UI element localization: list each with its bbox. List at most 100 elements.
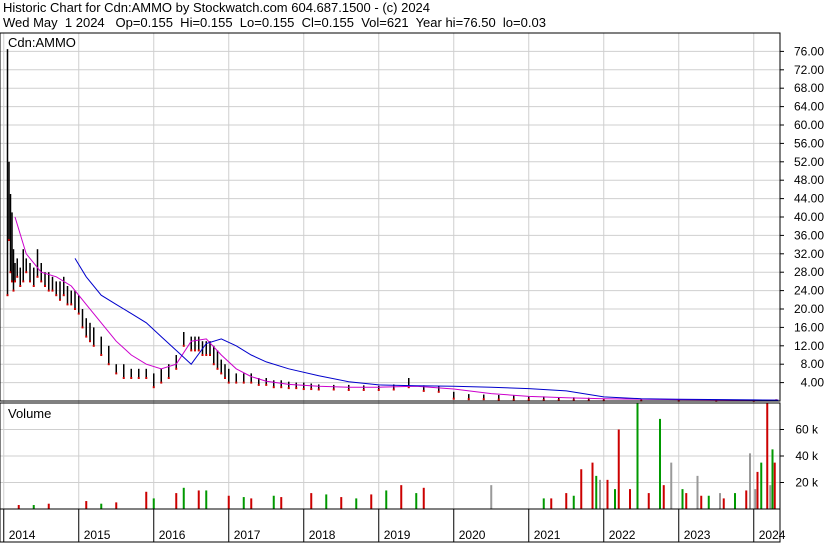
price-y-tick-label: 68.00 <box>794 81 824 95</box>
price-close-dot <box>216 367 219 370</box>
volume-y-tick-label: 40 k <box>795 449 819 463</box>
price-close-dot <box>265 383 268 386</box>
year-label: 2015 <box>84 528 111 542</box>
volume-bar <box>280 497 283 509</box>
price-close-dot <box>59 298 61 301</box>
price-close-dot <box>100 354 103 356</box>
price-close-dot <box>25 271 28 274</box>
price-close-dot <box>40 280 43 283</box>
volume-bar <box>370 494 373 509</box>
volume-bar <box>614 489 616 509</box>
price-close-dot <box>66 303 69 306</box>
price-close-dot <box>194 349 196 352</box>
volume-bar <box>745 490 748 509</box>
price-close-dot <box>12 289 15 292</box>
volume-bar <box>696 475 699 509</box>
stock-chart: Cdn:AMMO Volume 4.00 8.00 12.00 16.00 20.00 2… <box>0 32 825 543</box>
price-close-dot <box>220 372 223 375</box>
year-label: 2021 <box>534 528 561 542</box>
volume-bar <box>100 503 103 509</box>
price-close-dot <box>137 377 140 379</box>
volume-bar <box>355 498 358 509</box>
volume-bar <box>617 429 620 509</box>
price-y-tick-label: 60.00 <box>794 118 824 132</box>
price-close-dot <box>70 303 73 306</box>
price-close-dot <box>182 344 185 347</box>
price-close-dot <box>437 390 440 393</box>
price-close-dot <box>422 389 425 392</box>
volume-bar <box>773 462 776 509</box>
volume-bar <box>685 493 688 509</box>
price-close-dot <box>527 398 530 401</box>
volume-bar <box>415 493 418 509</box>
year-label: 2018 <box>309 528 336 542</box>
price-close-dot <box>392 388 395 391</box>
volume-bar <box>340 497 343 509</box>
year-label: 2024 <box>759 528 786 542</box>
price-close-dot <box>257 383 260 386</box>
chart-header-quote: Wed May 1 2024 Op=0.155 Hi=0.155 Lo=0.15… <box>3 15 546 30</box>
price-close-dot <box>160 381 163 384</box>
price-y-tick-label: 56.00 <box>794 136 824 150</box>
price-close-dot <box>224 377 226 379</box>
price-close-dot <box>362 388 365 391</box>
price-y-tick-label: 8.00 <box>801 357 825 371</box>
volume-bar <box>32 505 35 509</box>
date-axis: 2014 2015 2016 2017 2018 2019 2020 2021 2022 2023… <box>3 509 786 542</box>
volume-bar <box>606 479 609 509</box>
volume-bar <box>565 493 568 509</box>
price-close-dot <box>107 363 110 366</box>
volume-bar <box>771 449 774 509</box>
price-close-dot <box>467 398 470 401</box>
price-close-dot <box>6 294 9 297</box>
year-label: 2017 <box>234 528 261 542</box>
volume-bar <box>325 494 328 509</box>
volume-bar <box>145 491 148 509</box>
volume-bar <box>152 498 155 509</box>
price-close-dot <box>347 388 350 391</box>
price-y-tick-label: 40.00 <box>794 210 824 224</box>
price-close-dot <box>44 285 46 287</box>
price-y-tick-label: 12.00 <box>794 339 824 353</box>
volume-bar <box>490 485 493 509</box>
volume-bar <box>310 493 313 509</box>
volume-bar <box>662 485 665 509</box>
volume-bar <box>599 479 601 509</box>
price-close-dot <box>77 312 80 315</box>
price-close-dot <box>81 326 84 329</box>
price-close-dot <box>85 335 88 338</box>
volume-bar <box>760 462 763 509</box>
volume-bar <box>580 469 583 509</box>
year-label: 2019 <box>384 528 411 542</box>
price-close-dot <box>310 388 313 391</box>
chart-marks <box>6 49 779 509</box>
volume-bar <box>197 490 200 509</box>
grid-lines <box>0 33 780 509</box>
price-close-dot <box>36 275 39 278</box>
price-close-dot <box>242 381 245 384</box>
year-label: 2023 <box>684 528 711 542</box>
price-y-tick-label: 20.00 <box>794 302 824 316</box>
price-close-dot <box>47 289 50 292</box>
price-close-dot <box>295 387 298 390</box>
price-close-dot <box>19 285 22 287</box>
volume-bar <box>707 495 710 509</box>
volume-bar <box>385 490 388 509</box>
volume-bar <box>422 487 425 509</box>
price-close-dot <box>272 386 275 389</box>
moving-average-line <box>74 258 779 401</box>
price-close-dot <box>497 398 500 401</box>
price-close-dot <box>14 280 16 283</box>
price-close-dot <box>51 289 54 292</box>
price-close-dot <box>167 377 170 379</box>
price-close-dot <box>512 398 515 401</box>
volume-bar <box>17 505 20 509</box>
price-y-tick-label: 4.00 <box>801 376 825 390</box>
year-label: 2022 <box>609 528 636 542</box>
price-y-tick-label: 16.00 <box>794 320 824 334</box>
price-close-dot <box>11 280 13 283</box>
volume-bar <box>722 498 725 509</box>
price-close-dot <box>92 344 95 347</box>
price-close-dot <box>227 381 230 384</box>
price-y-axis: 4.00 8.00 12.00 16.00 20.00 24.00 28.00 32.00 36… <box>780 44 825 390</box>
